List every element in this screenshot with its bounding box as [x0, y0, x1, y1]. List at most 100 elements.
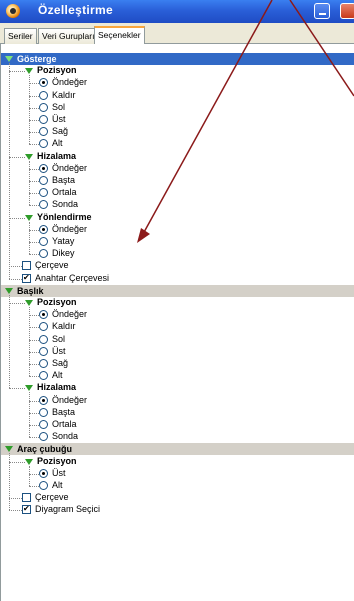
radio-button[interactable]	[39, 224, 48, 234]
checkbox-option[interactable]: Çerçeve	[1, 260, 354, 271]
radio-option[interactable]: Sol	[1, 334, 354, 345]
radio-option[interactable]: Sağ	[1, 358, 354, 369]
radio-option[interactable]: Başta	[1, 175, 354, 186]
radio-option[interactable]: Öndeğer	[1, 224, 354, 235]
expand-triangle-icon[interactable]	[5, 287, 13, 294]
radio-option[interactable]: Yatay	[1, 236, 354, 247]
radio-button[interactable]	[39, 420, 48, 429]
radio-option[interactable]: Sonda	[1, 199, 354, 210]
tree-section-row[interactable]: Araç çubuğu	[1, 443, 354, 456]
expand-triangle-icon[interactable]	[25, 214, 33, 221]
expand-triangle-icon[interactable]	[25, 458, 33, 465]
tree-section-row[interactable]: Başlık	[1, 284, 354, 297]
radio-button[interactable]	[39, 115, 48, 124]
radio-button[interactable]	[39, 78, 48, 88]
expand-triangle-icon[interactable]	[25, 68, 33, 75]
tree-connector	[9, 388, 25, 390]
tree-group-row[interactable]: Pozisyon	[1, 65, 354, 76]
section-label: Araç çubuğu	[17, 444, 73, 455]
app-eye-icon	[6, 4, 20, 18]
radio-button[interactable]	[39, 346, 48, 356]
radio-option[interactable]: Öndeğer	[1, 77, 354, 88]
radio-option[interactable]: Alt	[1, 480, 354, 491]
tree-group-row[interactable]: Hizalama	[1, 382, 354, 393]
expand-triangle-icon[interactable]	[5, 446, 13, 453]
radio-option[interactable]: Sol	[1, 102, 354, 113]
minimize-button[interactable]	[314, 3, 330, 19]
checkbox[interactable]	[22, 273, 31, 283]
expand-triangle-icon[interactable]	[25, 385, 33, 392]
radio-button[interactable]	[39, 249, 48, 259]
radio-button[interactable]	[39, 90, 48, 100]
tree-connector	[9, 461, 25, 463]
checkbox-label: Çerçeve	[35, 260, 69, 271]
expand-triangle-icon[interactable]	[5, 56, 13, 62]
radio-option[interactable]: Öndeğer	[1, 163, 354, 174]
radio-label: Üst	[52, 114, 66, 124]
tab-secenekler[interactable]: Seçenekler	[94, 26, 145, 45]
tree-connector	[29, 83, 39, 85]
radio-option[interactable]: Ortala	[1, 187, 354, 198]
checkbox[interactable]	[22, 261, 31, 271]
expand-triangle-icon[interactable]	[25, 153, 33, 160]
tree-connector	[9, 63, 10, 279]
radio-button[interactable]	[39, 481, 48, 490]
radio-option[interactable]: Ortala	[1, 419, 354, 430]
radio-option[interactable]: Üst	[1, 346, 354, 357]
tree-group-row[interactable]: Pozisyon	[1, 456, 354, 467]
radio-button[interactable]	[39, 188, 48, 198]
radio-label: Dikey	[52, 248, 75, 259]
radio-option[interactable]: Sağ	[1, 126, 354, 137]
radio-option[interactable]: Kaldır	[1, 90, 354, 101]
close-button[interactable]	[340, 3, 354, 19]
radio-option[interactable]: Üst	[1, 468, 354, 479]
tree-section-row[interactable]: Gösterge	[1, 53, 354, 65]
radio-button[interactable]	[39, 200, 48, 210]
tree-connector	[29, 160, 30, 206]
checkbox-option[interactable]: Anahtar Çerçevesi	[1, 273, 354, 284]
radio-option[interactable]: Başta	[1, 407, 354, 418]
radio-option[interactable]: Alt	[1, 370, 354, 381]
radio-option[interactable]: Dikey	[1, 248, 354, 259]
checkbox-option[interactable]: Çerçeve	[1, 492, 354, 503]
radio-button[interactable]	[39, 371, 48, 381]
checkbox-option[interactable]: Diyagram Seçici	[1, 504, 354, 515]
radio-button[interactable]	[39, 432, 48, 442]
radio-button[interactable]	[39, 176, 48, 185]
tree-connector	[9, 303, 25, 304]
section-label: Gösterge	[17, 54, 57, 64]
radio-button[interactable]	[39, 237, 48, 246]
radio-option[interactable]: Alt	[1, 138, 354, 149]
radio-option[interactable]: Kaldır	[1, 321, 354, 332]
radio-button[interactable]	[39, 395, 48, 405]
group-label: Pozisyon	[37, 455, 77, 466]
tab-veri-guruplari[interactable]: Veri Gurupları	[38, 28, 99, 44]
radio-option[interactable]: Sonda	[1, 431, 354, 442]
tab-seriler[interactable]: Seriler	[4, 28, 37, 44]
checkbox-label: Çerçeve	[35, 492, 69, 503]
radio-button[interactable]	[39, 127, 48, 137]
radio-button[interactable]	[39, 407, 48, 417]
checkbox[interactable]	[22, 504, 31, 515]
radio-button[interactable]	[39, 468, 48, 478]
title-bar[interactable]: Özelleştirme	[0, 0, 354, 23]
tree-group-row[interactable]: Hizalama	[1, 151, 354, 162]
radio-button[interactable]	[39, 139, 48, 149]
radio-button[interactable]	[39, 334, 48, 344]
checkbox[interactable]	[22, 493, 31, 503]
radio-option[interactable]: Üst	[1, 114, 354, 125]
radio-button[interactable]	[39, 359, 48, 368]
radio-label: Başta	[52, 175, 76, 185]
radio-button[interactable]	[39, 163, 48, 173]
tree-group-row[interactable]: Pozisyon	[1, 297, 354, 308]
radio-button[interactable]	[39, 102, 48, 112]
radio-option[interactable]: Öndeğer	[1, 395, 354, 406]
radio-button[interactable]	[39, 310, 48, 320]
radio-button[interactable]	[39, 322, 48, 332]
tree-group-row[interactable]: Yönlendirme	[1, 212, 354, 223]
radio-label: Sağ	[52, 126, 69, 137]
radio-option[interactable]: Öndeğer	[1, 309, 354, 320]
tree-connector	[29, 307, 30, 377]
expand-triangle-icon[interactable]	[25, 300, 33, 306]
tree-connector	[9, 278, 22, 280]
